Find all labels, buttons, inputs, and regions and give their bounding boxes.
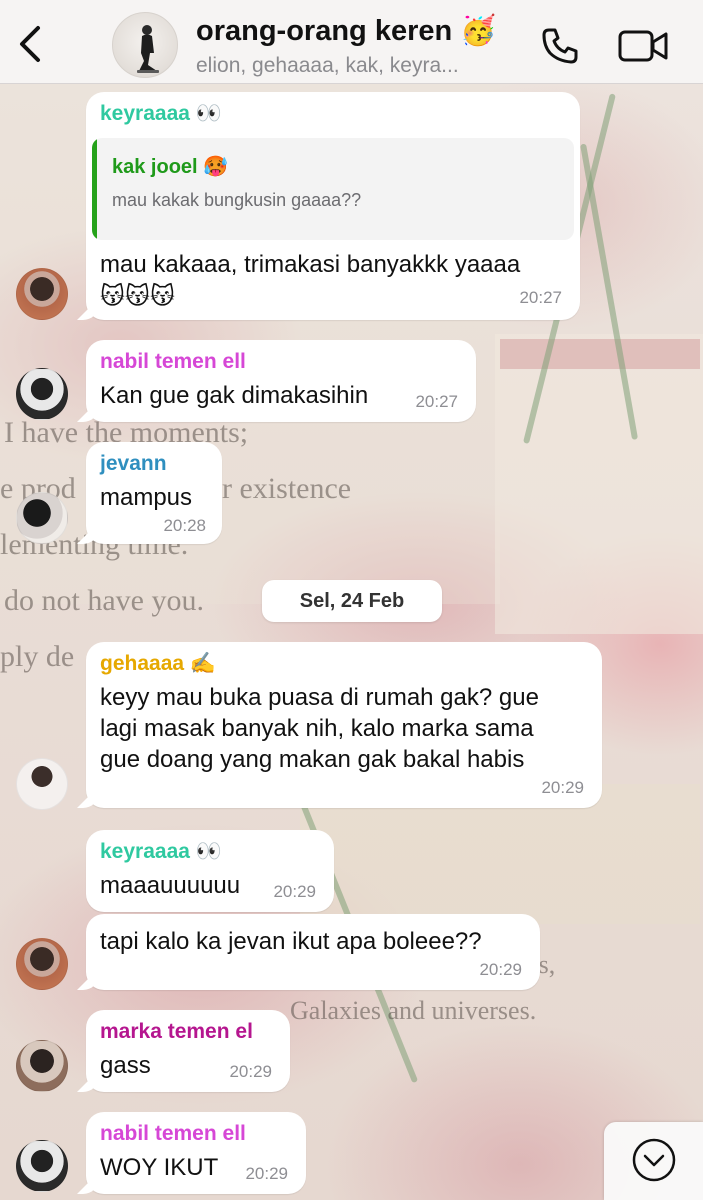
voice-call-button[interactable] — [540, 26, 580, 66]
avatar-marka[interactable] — [16, 1040, 68, 1092]
message-bubble[interactable]: keyraaaa 👀 kak jooel 🥵 mau kakak bungkus… — [86, 92, 580, 320]
avatar-gehaaaa[interactable] — [16, 758, 68, 810]
message-time: 20:29 — [541, 778, 584, 797]
back-button[interactable] — [14, 24, 46, 64]
message-time: 20:29 — [479, 960, 522, 979]
message-bubble[interactable]: nabil temen ell Kan gue gak dimakasihin … — [86, 340, 476, 422]
message-text: WOY IKUT — [100, 1154, 219, 1181]
quoted-reply[interactable]: kak jooel 🥵 mau kakak bungkusin gaaaa?? — [92, 138, 574, 240]
video-call-button[interactable] — [618, 28, 670, 64]
group-members-subtitle[interactable]: elion, gehaaaa, kak, keyra... — [196, 54, 459, 78]
wallpaper-text: do not have you. — [4, 584, 204, 617]
message-sender[interactable]: gehaaaa ✍️ — [100, 652, 216, 676]
group-title[interactable]: orang-orang keren 🥳 — [196, 14, 496, 48]
wallpaper-text: Galaxies and universes. — [290, 996, 537, 1025]
message-text: 😽😽😽 — [100, 283, 176, 310]
phone-icon — [542, 28, 578, 64]
message-sender[interactable]: keyraaaa 👀 — [100, 840, 222, 864]
avatar-nabil[interactable] — [16, 368, 68, 420]
message-sender[interactable]: jevann — [100, 452, 167, 476]
message-sender[interactable]: nabil temen ell — [100, 1122, 246, 1146]
message-time: 20:29 — [273, 882, 316, 901]
avatar-jevann[interactable] — [16, 492, 68, 544]
scroll-to-bottom-button[interactable] — [604, 1122, 703, 1200]
avatar-keyraaaa[interactable] — [16, 268, 68, 320]
message-time: 20:28 — [163, 516, 206, 535]
message-text: mampus — [100, 484, 193, 511]
message-text: gass — [100, 1052, 151, 1079]
message-bubble[interactable]: tapi kalo ka jevan ikut apa boleee?? 20:… — [86, 914, 540, 990]
message-sender[interactable]: keyraaaa 👀 — [100, 102, 222, 126]
message-text: Kan gue gak dimakasihin — [100, 382, 369, 409]
message-bubble[interactable]: marka temen el gass 20:29 — [86, 1010, 290, 1092]
message-sender[interactable]: nabil temen ell — [100, 350, 246, 374]
message-sender[interactable]: marka temen el — [100, 1020, 253, 1044]
message-bubble[interactable]: gehaaaa ✍️ keyy mau buka puasa di rumah … — [86, 642, 602, 808]
video-camera-icon — [618, 30, 668, 62]
quote-accent-bar — [92, 138, 97, 240]
message-text: mau kakaaa, trimakasi banyakkk yaaaa — [100, 251, 521, 278]
wallpaper-text: r existence — [222, 472, 352, 505]
chevron-down-icon — [632, 1138, 676, 1182]
message-text: gue doang yang makan gak bakal habis — [100, 746, 525, 773]
wallpaper-text: ply de — [0, 640, 75, 673]
message-bubble[interactable]: nabil temen ell WOY IKUT 20:29 — [86, 1112, 306, 1194]
message-text: maaauuuuuu — [100, 872, 241, 899]
quoted-text: mau kakak bungkusin gaaaa?? — [112, 190, 362, 210]
group-avatar[interactable] — [112, 12, 178, 78]
message-bubble[interactable]: jevann mampus 20:28 — [86, 442, 222, 544]
message-time: 20:27 — [519, 288, 562, 307]
message-time: 20:29 — [229, 1062, 272, 1081]
message-text: tapi kalo ka jevan ikut apa boleee?? — [100, 928, 482, 955]
message-text: lagi masak banyak nih, kalo marka sama — [100, 715, 534, 742]
message-time: 20:29 — [245, 1164, 288, 1183]
message-bubble[interactable]: keyraaaa 👀 maaauuuuuu 20:29 — [86, 830, 334, 912]
group-avatar-image — [137, 25, 159, 73]
date-separator: Sel, 24 Feb — [262, 580, 442, 622]
chat-header: orang-orang keren 🥳 elion, gehaaaa, kak,… — [0, 0, 703, 84]
avatar-keyraaaa[interactable] — [16, 938, 68, 990]
avatar-nabil[interactable] — [16, 1140, 68, 1192]
chevron-left-icon — [20, 26, 40, 62]
message-time: 20:27 — [415, 392, 458, 411]
quoted-sender: kak jooel 🥵 — [112, 156, 229, 178]
message-text: keyy mau buka puasa di rumah gak? gue — [100, 684, 539, 711]
